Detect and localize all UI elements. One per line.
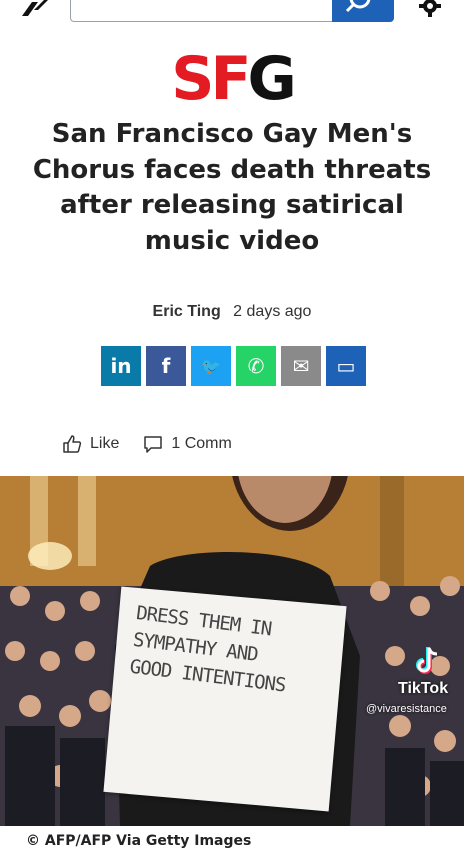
menu-logo-icon[interactable] xyxy=(18,0,48,18)
share-bar: in f 🐦 ✆ ✉ ▭ xyxy=(101,346,366,386)
search-button[interactable] xyxy=(332,0,394,22)
byline: Eric Ting 2 days ago xyxy=(0,303,464,321)
whatsapp-icon: ✆ xyxy=(247,354,265,378)
publish-time: 2 days ago xyxy=(233,303,312,320)
top-bar xyxy=(0,0,464,26)
twitter-icon: 🐦 xyxy=(201,356,221,376)
twitter-share-button[interactable]: 🐦 xyxy=(191,346,231,386)
comment-bubble-icon xyxy=(144,436,163,453)
author-name[interactable]: Eric Ting xyxy=(153,303,221,320)
comment-count-label: 1 Comm xyxy=(171,435,232,452)
like-label: Like xyxy=(90,435,120,452)
comment-share-button[interactable]: ▭ xyxy=(326,346,366,386)
logo-g: G xyxy=(247,44,296,114)
comment-icon: ▭ xyxy=(336,354,356,378)
search-input[interactable] xyxy=(70,0,332,22)
linkedin-icon: in xyxy=(110,354,132,378)
tiktok-handle: @vivaresistance xyxy=(366,703,447,715)
email-icon: ✉ xyxy=(292,354,310,378)
comments-button[interactable]: 1 Comm xyxy=(143,434,232,454)
facebook-icon: f xyxy=(161,354,171,378)
photo-caption: © AFP/AFP Via Getty Images xyxy=(0,826,464,849)
whatsapp-share-button[interactable]: ✆ xyxy=(236,346,276,386)
publication-logo[interactable]: SFG xyxy=(0,44,464,114)
like-button[interactable]: Like xyxy=(62,434,119,454)
gear-icon[interactable] xyxy=(418,0,442,18)
thumbs-up-icon xyxy=(63,435,82,453)
logo-sf: SF xyxy=(171,44,251,114)
article-headline: San Francisco Gay Men's Chorus faces dea… xyxy=(32,119,432,256)
reactions-bar: Like 1 Comm xyxy=(62,434,256,454)
facebook-share-button[interactable]: f xyxy=(146,346,186,386)
linkedin-share-button[interactable]: in xyxy=(101,346,141,386)
tiktok-logo-icon xyxy=(416,647,438,674)
tiktok-watermark: TikTok xyxy=(398,680,449,697)
search-icon xyxy=(345,0,371,13)
email-share-button[interactable]: ✉ xyxy=(281,346,321,386)
